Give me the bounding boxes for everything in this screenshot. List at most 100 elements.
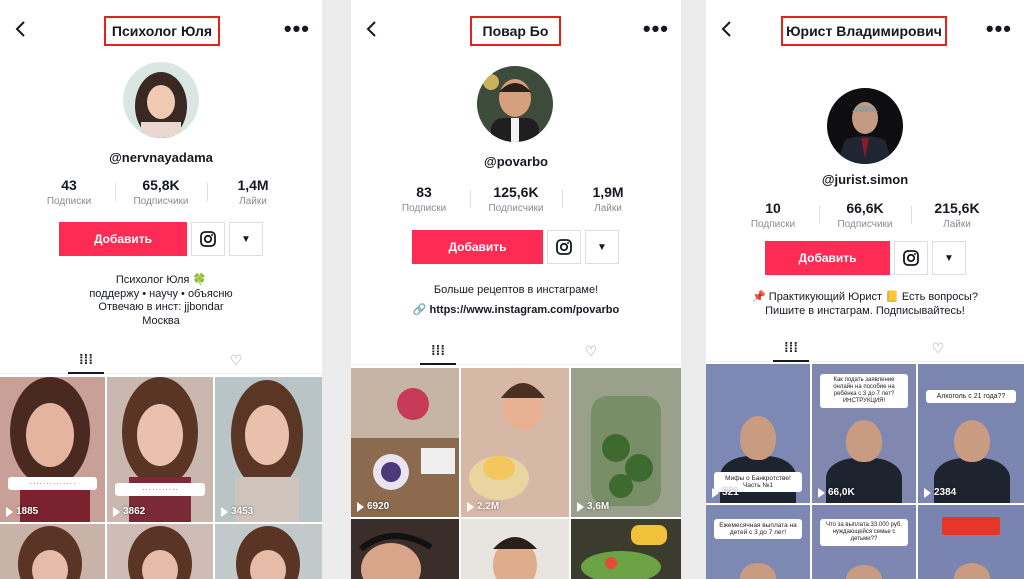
- caret-down-icon: ▼: [944, 252, 954, 264]
- video-thumbnail[interactable]: . . . . . . . . . . . . . . 1885: [0, 377, 105, 522]
- stat-following[interactable]: 83 Подписки: [378, 184, 470, 214]
- video-thumbnail[interactable]: [215, 524, 322, 579]
- heart-icon: ♡: [931, 339, 945, 356]
- instagram-icon: [903, 250, 919, 266]
- video-thumbnail[interactable]: Что за выплата 33.000 руб. нуждающейся с…: [812, 505, 916, 579]
- liked-videos-tab[interactable]: ♡: [920, 334, 956, 362]
- profile-title: Психолог Юля: [104, 16, 220, 46]
- back-arrow-icon[interactable]: [363, 17, 381, 41]
- heart-icon: ♡: [229, 351, 243, 368]
- profile-bio: Больше рецептов в инстаграме!: [433, 284, 599, 296]
- username-handle: @povarbo: [484, 154, 548, 169]
- liked-videos-tab[interactable]: ♡: [573, 337, 609, 365]
- video-caption-sticker: Ежемесячная выплата на детей с 3 до 7 ле…: [714, 519, 802, 539]
- video-thumbnail[interactable]: [0, 524, 105, 579]
- username-handle: @nervnayadama: [109, 150, 213, 165]
- videos-grid-tab[interactable]: ⁞⁞⁞: [68, 346, 104, 374]
- video-thumbnail[interactable]: Ежемесячная выплата на детей с 3 до 7 ле…: [706, 505, 810, 579]
- top-bar: Психолог Юля •••: [0, 0, 322, 58]
- profile-link[interactable]: 🔗 https://www.instagram.com/povarbo: [351, 304, 681, 318]
- follow-button[interactable]: Добавить: [765, 241, 890, 275]
- dropdown-button[interactable]: ▼: [585, 230, 619, 264]
- view-count: 3862: [113, 506, 145, 517]
- stats-row: 10 Подписки 66,6K Подписчики 215,6K Лайки: [706, 200, 1024, 230]
- video-thumbnail[interactable]: 3,6M: [571, 368, 681, 517]
- view-count: 1885: [6, 506, 38, 517]
- profile-bio: Психолог Юля 🍀 поддержу • научу • объясн…: [89, 274, 233, 327]
- view-count: 6920: [357, 501, 389, 512]
- video-thumbnail[interactable]: 6920: [351, 368, 459, 517]
- screenshot-collage: Психолог Юля ••• @nervnayadama 43 Подписк…: [0, 0, 1024, 579]
- stat-likes: 1,9M Лайки: [562, 184, 654, 214]
- stats-row: 83 Подписки 125,6K Подписчики 1,9M Лайки: [351, 184, 681, 214]
- avatar: [477, 66, 553, 142]
- profile-title: Повар Бо: [470, 16, 561, 46]
- profile-actions: Добавить ▼: [765, 241, 966, 275]
- video-grid: Мифы о Банкротстве! Часть №1 521 Как под…: [706, 364, 1024, 579]
- play-icon: [467, 501, 474, 512]
- follow-button[interactable]: Добавить: [59, 222, 187, 256]
- stat-following[interactable]: 43 Подписки: [23, 177, 115, 207]
- play-icon: [818, 487, 825, 498]
- video-thumbnail[interactable]: [107, 524, 213, 579]
- top-bar: Юрист Владимирович •••: [706, 0, 1024, 58]
- view-count: 66,0K: [818, 487, 855, 498]
- view-count: 521: [712, 487, 739, 498]
- stats-row: 43 Подписки 65,8K Подписчики 1,4M Лайки: [0, 177, 322, 207]
- username-handle: @jurist.simon: [821, 172, 909, 187]
- back-arrow-icon[interactable]: [718, 17, 736, 41]
- instagram-button[interactable]: [191, 222, 225, 256]
- link-icon: 🔗: [412, 304, 427, 316]
- stat-followers[interactable]: 125,6K Подписчики: [470, 184, 562, 214]
- content-tabs: ⁞⁞⁞ ♡: [706, 334, 1024, 362]
- more-options-icon[interactable]: •••: [986, 18, 1012, 40]
- video-thumbnail[interactable]: Алкоголь с 21 года?? 2384: [918, 364, 1024, 503]
- liked-videos-tab[interactable]: ♡: [218, 346, 254, 374]
- video-caption-sticker: Как подать заявление онлайн на пособие н…: [820, 374, 908, 408]
- video-thumbnail[interactable]: [351, 519, 459, 579]
- content-tabs: ⁞⁞⁞ ♡: [351, 337, 681, 365]
- play-icon: [221, 506, 228, 517]
- video-thumbnail[interactable]: [461, 519, 569, 579]
- video-thumbnail[interactable]: . . . . . . . . . . . 3862: [107, 377, 213, 522]
- caret-down-icon: ▼: [597, 241, 607, 253]
- instagram-icon: [200, 231, 216, 247]
- top-bar: Повар Бо •••: [351, 0, 681, 58]
- play-icon: [577, 501, 584, 512]
- dropdown-button[interactable]: ▼: [229, 222, 263, 256]
- grid-icon: ⁞⁞⁞: [431, 342, 445, 358]
- videos-grid-tab[interactable]: ⁞⁞⁞: [420, 337, 456, 365]
- profile-bio: 📌 Практикующий Юрист 📒 Есть вопросы? Пиш…: [752, 291, 978, 317]
- video-grid: . . . . . . . . . . . . . . 1885 . . . .…: [0, 377, 322, 579]
- video-thumbnail[interactable]: 3453: [215, 377, 322, 522]
- stat-followers[interactable]: 65,8K Подписчики: [115, 177, 207, 207]
- content-tabs: ⁞⁞⁞ ♡: [0, 346, 322, 374]
- stat-likes: 1,4M Лайки: [207, 177, 299, 207]
- view-count: 2384: [924, 487, 956, 498]
- profile-panel-psychologist: Психолог Юля ••• @nervnayadama 43 Подписк…: [0, 0, 322, 579]
- follow-button[interactable]: Добавить: [412, 230, 543, 264]
- heart-icon: ♡: [584, 342, 598, 359]
- video-caption-sticker: . . . . . . . . . . . . . .: [8, 477, 97, 490]
- instagram-button[interactable]: [547, 230, 581, 264]
- view-count: 2,2M: [467, 501, 499, 512]
- stat-followers[interactable]: 66,6K Подписчики: [819, 200, 911, 230]
- profile-title: Юрист Владимирович: [781, 16, 947, 46]
- video-thumbnail[interactable]: Как подать заявление онлайн на пособие н…: [812, 364, 916, 503]
- avatar: [827, 88, 903, 164]
- more-options-icon[interactable]: •••: [643, 18, 669, 40]
- videos-grid-tab[interactable]: ⁞⁞⁞: [773, 334, 809, 362]
- more-options-icon[interactable]: •••: [284, 18, 310, 40]
- video-thumbnail[interactable]: Мифы о Банкротстве! Часть №1 521: [706, 364, 810, 503]
- back-arrow-icon[interactable]: [12, 17, 30, 41]
- grid-icon: ⁞⁞⁞: [784, 339, 798, 355]
- instagram-button[interactable]: [894, 241, 928, 275]
- dropdown-button[interactable]: ▼: [932, 241, 966, 275]
- caret-down-icon: ▼: [241, 233, 251, 245]
- video-thumbnail[interactable]: [571, 519, 681, 579]
- stat-following[interactable]: 10 Подписки: [727, 200, 819, 230]
- grid-icon: ⁞⁞⁞: [79, 351, 93, 367]
- video-thumbnail[interactable]: 2,2M: [461, 368, 569, 517]
- profile-panel-chef: Повар Бо ••• @povarbo 83 Подписки 125,6K П…: [351, 0, 681, 579]
- video-thumbnail[interactable]: [918, 505, 1024, 579]
